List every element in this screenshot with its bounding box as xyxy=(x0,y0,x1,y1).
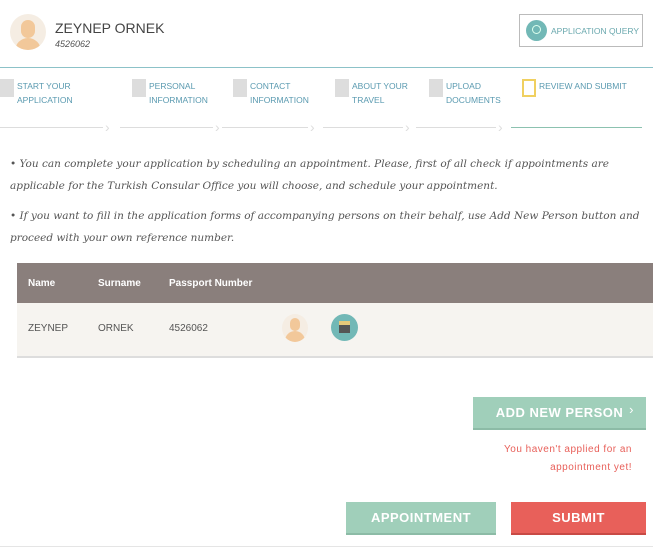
step-label: UPLOAD xyxy=(446,81,481,91)
checkbox-icon xyxy=(522,79,536,97)
chevron-right-icon: › xyxy=(629,402,634,417)
step-label: CONTACT xyxy=(250,81,291,91)
application-query-button[interactable]: APPLICATION QUERY xyxy=(519,14,643,47)
step-label: INFORMATION xyxy=(250,95,309,105)
application-query-label: APPLICATION QUERY xyxy=(551,25,640,36)
step-label: APPLICATION xyxy=(17,95,73,105)
step-label: REVIEW AND SUBMIT xyxy=(539,81,627,91)
step-label: DOCUMENTS xyxy=(446,95,501,105)
progress-active xyxy=(511,127,642,128)
warning-line-2: appointment yet! xyxy=(550,462,632,473)
save-icon[interactable] xyxy=(331,314,358,341)
appointment-button[interactable]: APPOINTMENT xyxy=(346,502,496,535)
persons-table: Name Surname Passport Number ZEYNEP ORNE… xyxy=(17,263,653,358)
document-icon xyxy=(132,79,146,97)
step-5[interactable]: UPLOAD DOCUMENTS xyxy=(429,79,501,107)
chevron-right-icon: › xyxy=(105,119,110,135)
step-1[interactable]: START YOUR APPLICATION xyxy=(0,79,73,107)
chevron-right-icon: › xyxy=(310,119,315,135)
user-avatar xyxy=(10,14,46,50)
table-row: ZEYNEP ORNEK 4526062 xyxy=(17,303,653,356)
info-paragraph-1: • You can complete your application by s… xyxy=(10,158,609,192)
chevron-right-icon: › xyxy=(498,119,503,135)
header-surname: Surname xyxy=(98,278,141,289)
user-name: ZEYNEP ORNEK xyxy=(55,20,165,36)
user-id: 4526062 xyxy=(55,39,91,49)
divider xyxy=(0,67,653,68)
step-label: ABOUT YOUR xyxy=(352,81,408,91)
step-label: TRAVEL xyxy=(352,95,385,105)
divider xyxy=(0,546,653,547)
step-6[interactable]: REVIEW AND SUBMIT xyxy=(522,79,627,97)
progress-segment xyxy=(323,127,403,128)
table-header: Name Surname Passport Number xyxy=(17,263,653,303)
warning-line-1: You haven't applied for an xyxy=(504,444,632,455)
edit-person-button[interactable] xyxy=(282,314,308,342)
step-label: START YOUR xyxy=(17,81,71,91)
search-icon xyxy=(526,20,547,41)
step-2[interactable]: PERSONAL INFORMATION xyxy=(132,79,208,107)
pages-icon xyxy=(233,79,247,97)
appointment-warning: You haven't applied for an appointment ye… xyxy=(504,441,632,477)
add-new-person-label: ADD NEW PERSON xyxy=(495,405,624,420)
add-new-person-button[interactable]: ADD NEW PERSON › xyxy=(473,397,646,430)
cell-name: ZEYNEP xyxy=(28,323,69,334)
calendar-icon xyxy=(335,79,349,97)
submit-button[interactable]: SUBMIT xyxy=(511,502,646,535)
form-icon xyxy=(0,79,14,97)
chevron-right-icon: › xyxy=(215,119,220,135)
progress-segment xyxy=(120,127,213,128)
header-name: Name xyxy=(28,278,56,289)
cell-passport: 4526062 xyxy=(169,323,208,334)
info-paragraph-2: • If you want to fill in the application… xyxy=(10,210,640,244)
progress-segment xyxy=(0,127,103,128)
step-3[interactable]: CONTACT INFORMATION xyxy=(233,79,309,107)
upload-document-icon xyxy=(429,79,443,97)
step-label: PERSONAL xyxy=(149,81,196,91)
step-label: INFORMATION xyxy=(149,95,208,105)
header-passport: Passport Number xyxy=(169,278,253,289)
cell-surname: ORNEK xyxy=(98,323,134,334)
chevron-right-icon: › xyxy=(405,119,410,135)
progress-segment xyxy=(222,127,308,128)
step-4[interactable]: ABOUT YOUR TRAVEL xyxy=(335,79,408,107)
progress-segment xyxy=(416,127,496,128)
